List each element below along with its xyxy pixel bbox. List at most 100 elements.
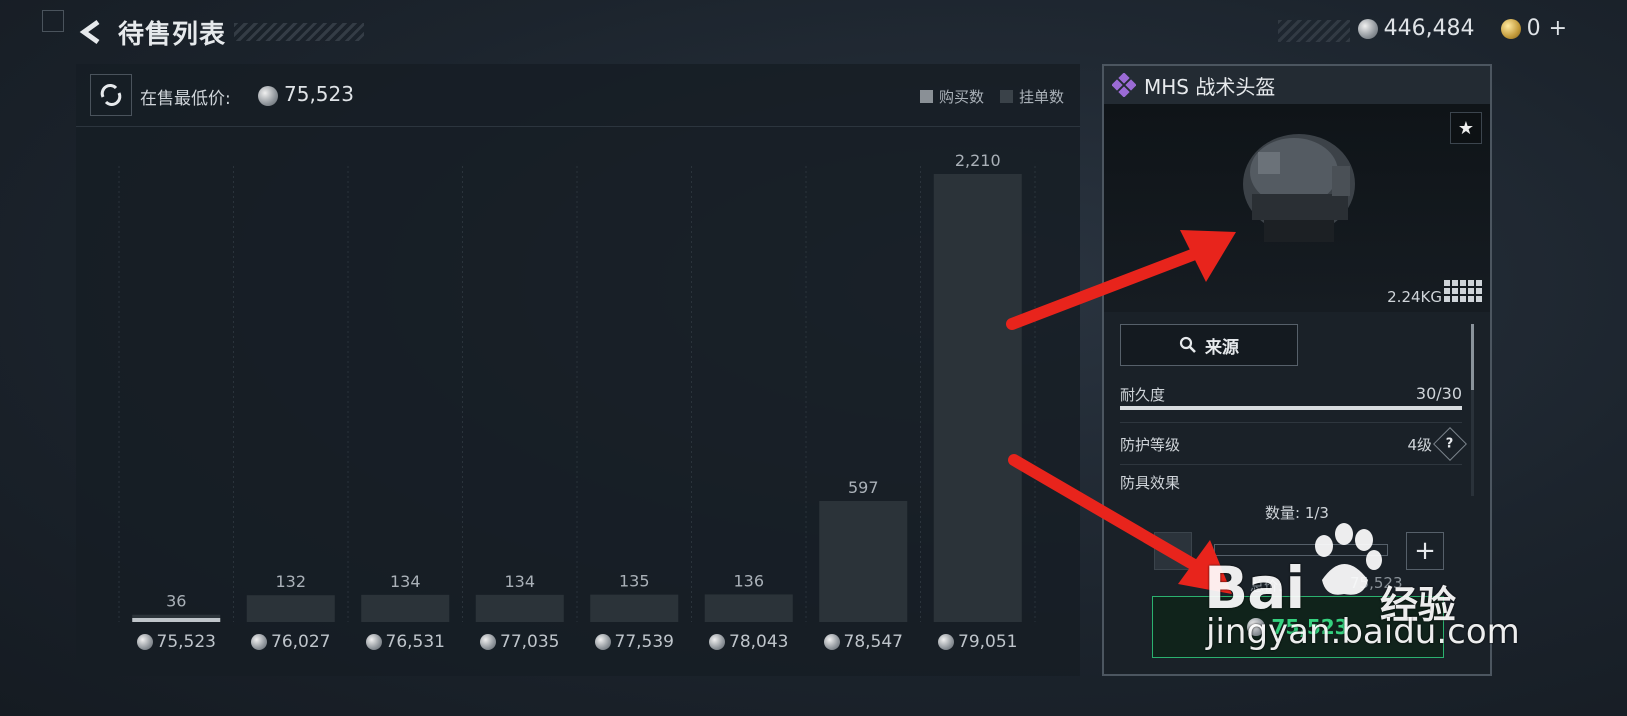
price-tick-text: 77,035	[500, 632, 560, 652]
item-title-bar: MHS 战术头盔	[1104, 66, 1490, 104]
add-gold-button[interactable]: +	[1549, 16, 1567, 41]
back-arrow-icon[interactable]	[78, 19, 104, 45]
price-tick-label: 78,547	[808, 632, 918, 652]
silver-coin-icon	[938, 634, 954, 650]
source-button[interactable]: 来源	[1120, 324, 1298, 366]
price-tick-text: 77,539	[614, 632, 674, 652]
bar-value-label: 132	[275, 572, 306, 591]
bar-2[interactable]	[361, 594, 450, 622]
legend-swatch-list	[999, 90, 1013, 103]
price-tick-text: 76,531	[385, 632, 445, 652]
bar-3[interactable]	[475, 594, 564, 622]
silver-coin-icon	[258, 86, 278, 106]
price-tick-text: 78,043	[729, 632, 789, 652]
item-image: ★ 2.24KG	[1104, 104, 1490, 312]
armor-effect-row: 防具效果	[1120, 472, 1462, 493]
price-axis: 75,523 76,027 76,531 77,035 77,539 78,043 78,5…	[76, 632, 1080, 656]
gold-amount: 0	[1526, 16, 1541, 41]
chart-toolbar: 在售最低价: 75,523 购买数 挂单数	[76, 64, 1080, 127]
durability-value: 30/30	[1415, 384, 1462, 403]
price-tick-text: 75,523	[156, 632, 216, 652]
chart-legend: 购买数 挂单数	[919, 86, 1064, 107]
total-price-value: 75,523	[1350, 574, 1403, 592]
search-icon	[1179, 336, 1196, 353]
bar-value-label: 134	[390, 572, 421, 591]
legend-item-list[interactable]: 挂单数	[999, 86, 1064, 107]
price-tick-label: 76,027	[236, 632, 346, 652]
silver-coin-icon	[709, 634, 725, 650]
legend-swatch-buy	[919, 90, 933, 103]
price-tick-label: 77,035	[465, 632, 575, 652]
helmet-image	[1243, 134, 1355, 242]
silver-coin-icon	[136, 634, 153, 650]
protection-value-group: 4级 ?	[1407, 427, 1467, 461]
legend-item-buy[interactable]: 购买数	[919, 86, 984, 107]
currency-bar: 446,484 0 +	[1277, 16, 1567, 42]
protection-value: 4级	[1407, 435, 1432, 454]
bar-value-label: 135	[619, 572, 650, 591]
price-tick-label: 75,523	[121, 632, 231, 652]
decrease-quantity-button[interactable]	[1154, 532, 1192, 570]
price-tick-text: 76,027	[271, 632, 331, 652]
price-chart-panel: 在售最低价: 75,523 购买数 挂单数 36 132 134 134 135 136 5…	[76, 64, 1080, 676]
price-tick-label: 79,051	[923, 632, 1033, 652]
page-header: 待售列表	[78, 14, 365, 50]
item-name: MHS 战术头盔	[1144, 74, 1276, 99]
refresh-icon	[100, 84, 122, 106]
protection-label: 防护等级	[1120, 435, 1181, 454]
bar-value-label: 134	[504, 572, 535, 591]
scrollbar-thumb[interactable]	[1471, 324, 1474, 390]
bar-value-label: 36	[166, 592, 186, 611]
silver-coin-icon	[1247, 618, 1266, 636]
legend-label-buy: 购买数	[938, 88, 984, 106]
buy-button[interactable]: 75,523	[1152, 596, 1444, 658]
item-detail-panel: MHS 战术头盔 ★ 2.24KG 来源 耐久度 30/30 防护等级 4级 ?…	[1102, 64, 1492, 676]
min-price-label: 在售最低价:	[140, 89, 231, 109]
page-title: 待售列表	[118, 19, 227, 50]
silver-coin-icon	[1357, 18, 1378, 39]
durability-label: 耐久度	[1120, 386, 1166, 404]
item-weight: 2.24KG	[1387, 288, 1442, 306]
bar-4[interactable]	[590, 594, 679, 622]
silver-coin-icon	[365, 634, 382, 650]
divider	[1120, 422, 1462, 423]
silver-coin-icon	[594, 634, 611, 650]
legend-label-list: 挂单数	[1018, 88, 1064, 106]
protection-row: 防护等级 4级 ?	[1120, 427, 1467, 461]
currency-decoration	[1277, 20, 1350, 42]
grid-size-icon	[1444, 280, 1482, 302]
durability-row: 耐久度 30/30	[1120, 384, 1462, 405]
armor-effect-label: 防具效果	[1120, 474, 1181, 492]
quantity-slider[interactable]	[1214, 544, 1388, 556]
silver-coin-icon	[823, 634, 840, 650]
bar-value-label: 136	[733, 571, 764, 590]
price-tick-label: 78,043	[694, 632, 804, 652]
bar-5[interactable]	[704, 594, 793, 622]
bar-7[interactable]	[933, 174, 1022, 622]
quantity-label: 数量: 1/3	[1265, 504, 1329, 522]
bar-value-label: 2,210	[955, 151, 1001, 170]
divider	[1120, 464, 1462, 465]
price-tick-text: 78,547	[843, 632, 903, 652]
buy-price: 75,523	[1271, 615, 1349, 639]
price-tick-label: 76,531	[350, 632, 460, 652]
price-tick-label: 77,539	[579, 632, 689, 652]
increase-quantity-button[interactable]: +	[1406, 532, 1444, 570]
favorite-button[interactable]: ★	[1450, 112, 1482, 144]
durability-bar	[1120, 406, 1462, 410]
rarity-diamond-icon	[1112, 73, 1136, 97]
title-decoration	[234, 23, 365, 41]
silver-coin-icon	[251, 634, 267, 650]
bar-6[interactable]	[819, 500, 908, 622]
total-price-label: 总价:	[1250, 579, 1283, 595]
bar-1[interactable]	[246, 595, 335, 622]
source-button-label: 来源	[1205, 337, 1239, 358]
bar-chart: 36 132 134 134 135 136 597 2,210	[118, 151, 1036, 622]
refresh-button[interactable]	[90, 74, 132, 116]
silver-amount: 446,484	[1383, 16, 1475, 41]
min-price-value: 75,523	[284, 82, 354, 106]
help-icon[interactable]: ?	[1433, 427, 1467, 461]
bar-highlight	[132, 618, 221, 622]
gold-coin-icon	[1500, 18, 1521, 39]
corner-checkbox	[42, 10, 64, 32]
